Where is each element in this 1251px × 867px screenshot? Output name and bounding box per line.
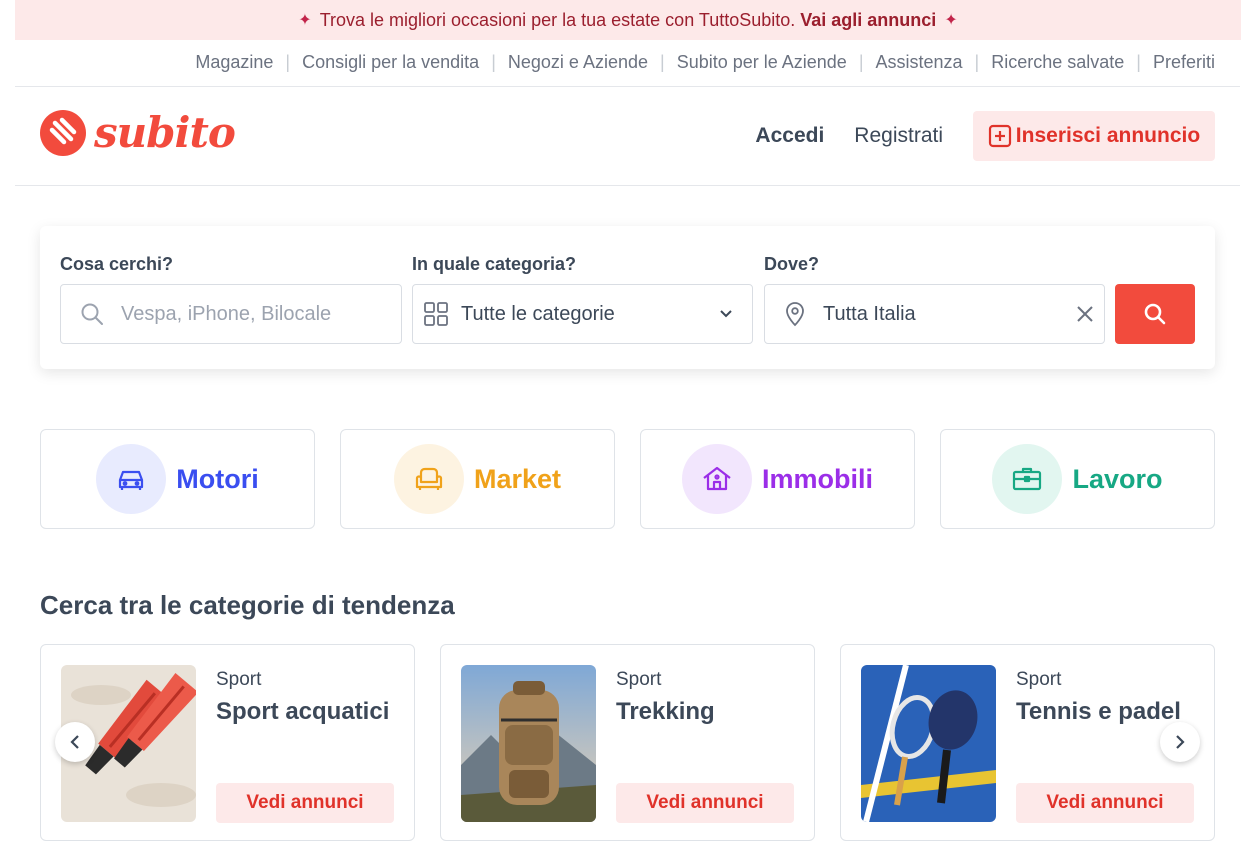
backpack-image bbox=[461, 665, 596, 822]
search-icon bbox=[1144, 303, 1166, 325]
plus-square-icon bbox=[988, 124, 1011, 148]
toplink-negozi[interactable]: Negozi e Aziende bbox=[508, 52, 648, 73]
register-link[interactable]: Registrati bbox=[854, 124, 943, 148]
insert-ad-button[interactable]: Inserisci annuncio bbox=[973, 111, 1215, 161]
macro-category-lavoro[interactable]: Lavoro bbox=[940, 429, 1215, 529]
logo-wordmark: subito bbox=[94, 108, 236, 157]
login-link[interactable]: Accedi bbox=[755, 124, 824, 148]
chevron-right-icon bbox=[1176, 735, 1185, 749]
top-links-nav: Magazine | Consigli per la vendita | Neg… bbox=[195, 52, 1215, 73]
location-value: Tutta Italia bbox=[823, 302, 916, 325]
macro-label: Lavoro bbox=[1072, 463, 1163, 494]
promo-text: Trova le migliori occasioni per la tua e… bbox=[319, 9, 796, 30]
chevron-left-icon bbox=[70, 735, 79, 749]
macro-label: Immobili bbox=[761, 463, 873, 494]
search-panel: Cosa cerchi? Vespa, iPhone, Bilocale In … bbox=[40, 226, 1215, 369]
card-category: Sport bbox=[1016, 669, 1062, 690]
grid-icon bbox=[424, 302, 448, 326]
search-icon bbox=[81, 303, 103, 325]
see-ads-button[interactable]: Vedi annunci bbox=[1016, 783, 1194, 823]
sparkle-icon: ✦ bbox=[298, 12, 312, 29]
subito-logo[interactable]: subito bbox=[40, 108, 236, 157]
toplink-ricerche[interactable]: Ricerche salvate bbox=[991, 52, 1124, 73]
toplink-aziende[interactable]: Subito per le Aziende bbox=[677, 52, 847, 73]
card-title: Tennis e padel bbox=[1016, 698, 1181, 725]
category-value: Tutte le categorie bbox=[461, 302, 615, 325]
promo-link[interactable]: Vai agli annunci bbox=[800, 10, 936, 31]
search-input[interactable]: Vespa, iPhone, Bilocale bbox=[60, 284, 402, 344]
card-category: Sport bbox=[216, 669, 262, 690]
see-ads-button[interactable]: Vedi annunci bbox=[616, 783, 794, 823]
sparkle-icon: ✦ bbox=[944, 12, 958, 29]
divider bbox=[15, 185, 1240, 186]
toplink-consigli[interactable]: Consigli per la vendita bbox=[302, 52, 479, 73]
divider: | bbox=[974, 52, 980, 72]
briefcase-icon bbox=[992, 444, 1063, 514]
macro-label: Market bbox=[473, 463, 562, 494]
header-actions: Accedi Registrati Inserisci annuncio bbox=[755, 111, 1215, 161]
card-title: Trekking bbox=[616, 698, 715, 725]
rackets-image bbox=[861, 665, 996, 822]
house-icon bbox=[681, 444, 752, 514]
trending-card-tennis-padel[interactable]: Sport Tennis e padel Vedi annunci bbox=[840, 644, 1215, 841]
divider: | bbox=[858, 52, 864, 72]
where-label: Dove? bbox=[764, 254, 820, 274]
category-label: In quale categoria? bbox=[412, 254, 577, 274]
armchair-icon bbox=[393, 444, 464, 514]
see-ads-button[interactable]: Vedi annunci bbox=[216, 783, 394, 823]
macro-category-motori[interactable]: Motori bbox=[40, 429, 315, 529]
section-title: Cerca tra le categorie di tendenza bbox=[40, 590, 455, 620]
trending-card-sport-acquatici[interactable]: Sport Sport acquatici Vedi annunci bbox=[40, 644, 415, 841]
divider: | bbox=[1136, 52, 1141, 72]
close-icon[interactable] bbox=[1076, 305, 1094, 323]
search-button[interactable] bbox=[1115, 284, 1195, 344]
divider: | bbox=[491, 52, 496, 72]
macro-category-market[interactable]: Market bbox=[340, 429, 615, 529]
promo-banner[interactable]: ✦ Trova le migliori occasioni per la tua… bbox=[15, 0, 1241, 40]
toplink-assistenza[interactable]: Assistenza bbox=[876, 52, 963, 73]
card-category: Sport bbox=[616, 669, 662, 690]
macro-category-immobili[interactable]: Immobili bbox=[640, 429, 915, 529]
divider bbox=[15, 86, 1240, 87]
divider: | bbox=[660, 52, 665, 72]
chevron-down-icon bbox=[720, 310, 732, 318]
carousel-prev-button[interactable] bbox=[55, 722, 95, 762]
toplink-preferiti[interactable]: Preferiti bbox=[1153, 52, 1215, 73]
category-select[interactable]: Tutte le categorie bbox=[412, 284, 753, 344]
car-icon bbox=[96, 444, 167, 514]
card-title: Sport acquatici bbox=[216, 698, 390, 725]
location-pin-icon bbox=[786, 302, 804, 327]
divider: | bbox=[285, 52, 291, 72]
what-label: Cosa cerchi? bbox=[60, 254, 174, 274]
trending-card-trekking[interactable]: Sport Trekking Vedi annunci bbox=[440, 644, 815, 841]
toplink-magazine[interactable]: Magazine bbox=[195, 52, 273, 73]
subito-logo-icon bbox=[40, 109, 86, 156]
search-placeholder: Vespa, iPhone, Bilocale bbox=[121, 302, 332, 325]
location-input[interactable]: Tutta Italia bbox=[764, 284, 1105, 344]
carousel-next-button[interactable] bbox=[1160, 722, 1200, 762]
macro-label: Motori bbox=[176, 463, 259, 494]
insert-ad-label: Inserisci annuncio bbox=[1015, 124, 1201, 147]
